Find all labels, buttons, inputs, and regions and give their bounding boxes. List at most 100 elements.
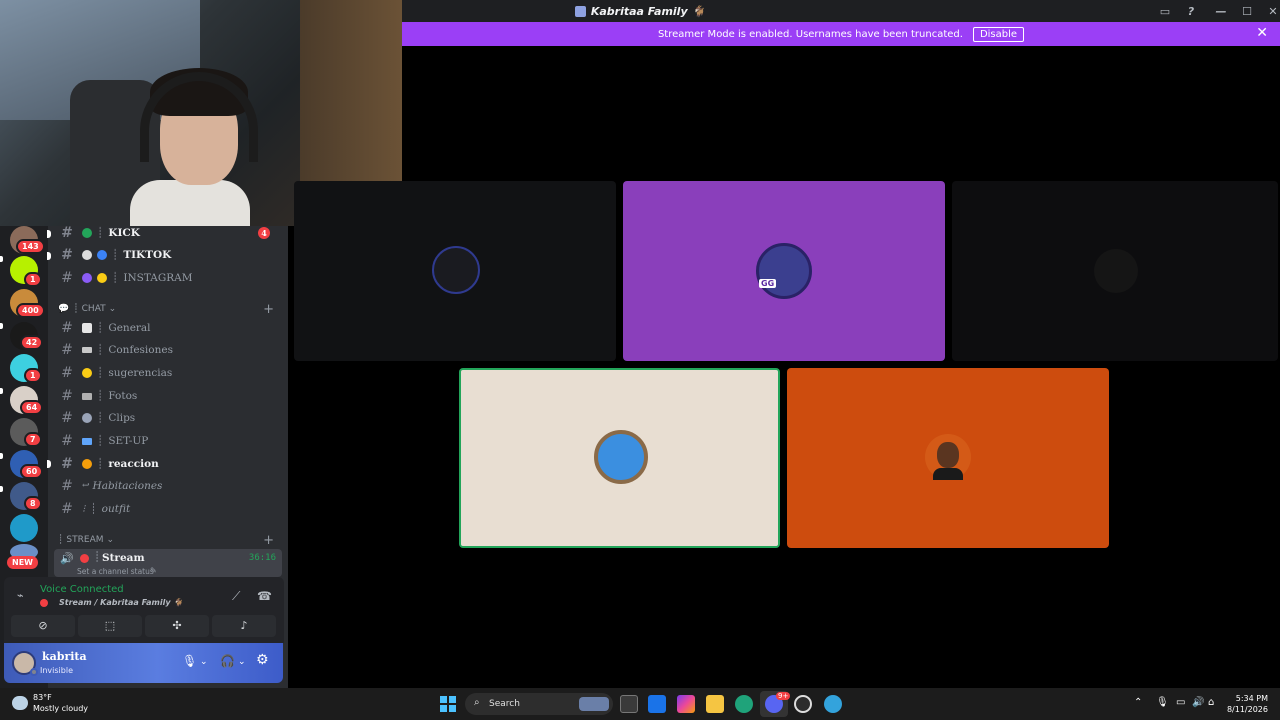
help-icon[interactable]: ?: [1178, 5, 1204, 18]
create-channel-icon[interactable]: +: [263, 302, 274, 317]
invisible-status-icon: [30, 668, 38, 676]
soundboard-button[interactable]: ♪: [212, 615, 276, 637]
weather-desc[interactable]: Mostly cloudy: [33, 704, 88, 713]
unread-badge: 64: [20, 400, 44, 415]
chevron-up-icon[interactable]: ⌃: [1134, 697, 1142, 708]
gear-icon[interactable]: ⚙: [256, 652, 269, 668]
hash-icon: #: [61, 225, 73, 241]
participant-tile-speaking[interactable]: [459, 368, 780, 548]
camera-button[interactable]: ⊘: [11, 615, 75, 637]
speech-bubble-icon: [82, 323, 92, 333]
battery-icon[interactable]: ▭: [1176, 697, 1185, 708]
unread-pill: [0, 388, 3, 394]
participant-tile[interactable]: [952, 181, 1278, 361]
channel-separator: ┊: [97, 367, 104, 379]
unread-badge: 143: [16, 239, 45, 254]
network-icon[interactable]: ⌂: [1208, 697, 1214, 708]
taskbar-search[interactable]: ⌕ Search: [465, 693, 613, 715]
set-channel-status[interactable]: Set a channel status: [77, 567, 154, 576]
shirt-icon: ⁝: [82, 503, 86, 515]
participant-avatar-face: [937, 442, 959, 468]
channel-separator: ┊: [112, 272, 119, 284]
channel-setup[interactable]: # ┊ SET-UP: [56, 431, 282, 451]
channel-clips[interactable]: # ┊ Clips: [56, 408, 282, 428]
create-channel-icon[interactable]: +: [263, 533, 274, 548]
minimize-button[interactable]: —: [1208, 5, 1234, 18]
channel-fotos[interactable]: # ┊ Fotos: [56, 386, 282, 406]
task-view-icon[interactable]: [620, 695, 638, 713]
server-icon[interactable]: [10, 514, 38, 542]
channel-reaccion[interactable]: # ┊ reaccion: [56, 454, 282, 474]
time: 5:34 PM: [1235, 694, 1268, 703]
chevron-down-icon[interactable]: ⌄: [238, 657, 246, 667]
channel-confesiones[interactable]: # ┊ Confesiones: [56, 340, 282, 360]
streamer-mode-banner: Streamer Mode is enabled. Usernames have…: [402, 22, 1280, 46]
unread-indicator: [47, 230, 51, 238]
chevron-down-icon[interactable]: ⌄: [200, 657, 208, 667]
screen-share-icon: ⬚: [104, 619, 116, 632]
voice-location[interactable]: Stream / Kabritaa Family 🐐: [59, 598, 183, 607]
white-circle-icon: [82, 250, 92, 260]
microphone-icon[interactable]: 🎙: [182, 654, 197, 668]
green-circle-icon: [82, 228, 92, 238]
purple-circle-icon: [82, 273, 92, 283]
clock[interactable]: 5:34 PM 8/11/2026: [1227, 693, 1268, 715]
noise-suppression-icon[interactable]: ⟋: [232, 589, 240, 604]
server-icon: [574, 5, 586, 17]
channel-separator: ┊: [97, 227, 104, 239]
search-icon: ⌕: [474, 697, 480, 708]
outlook-icon[interactable]: [648, 695, 666, 713]
category-stream[interactable]: ┊ STREAM ⌄ +: [58, 533, 278, 548]
maximize-button[interactable]: ☐: [1234, 5, 1260, 18]
channel-outfit[interactable]: # ⁝ ┊ outfit: [56, 499, 282, 519]
webcam-person-body: [130, 180, 250, 226]
channel-name: Clips: [108, 412, 136, 424]
obs-icon[interactable]: [794, 695, 812, 713]
channel-general[interactable]: # ┊ General: [56, 318, 282, 338]
participant-tile[interactable]: [787, 368, 1109, 548]
edge-icon[interactable]: [735, 695, 753, 713]
file-explorer-icon[interactable]: [706, 695, 724, 713]
unread-badge: 1: [24, 272, 42, 287]
disable-streamer-mode-button[interactable]: Disable: [972, 26, 1025, 42]
voice-timer: 36:16: [248, 553, 276, 563]
category-label: STREAM: [66, 535, 104, 545]
volume-icon[interactable]: 🔊: [1192, 697, 1204, 708]
user-status: Invisible: [40, 666, 73, 675]
signal-icon[interactable]: ⌁: [17, 589, 24, 602]
participant-avatar: [594, 430, 648, 484]
participant-tile[interactable]: GG: [623, 181, 945, 361]
user-panel: kabrita Invisible 🎙 ⌄ 🎧 ⌄ ⚙: [4, 643, 283, 683]
close-window-button[interactable]: ✕: [1260, 5, 1280, 18]
disconnect-icon[interactable]: ☎: [257, 589, 272, 603]
screen-share-button[interactable]: ⬚: [78, 615, 142, 637]
voice-channel-stream[interactable]: 🔊 ┊ Stream Set a channel status ✎ 36:16: [54, 549, 282, 577]
weather-temp[interactable]: 83°F: [33, 693, 52, 702]
channel-separator: ┊: [94, 552, 101, 563]
inbox-icon[interactable]: ▭: [1152, 5, 1178, 18]
voice-connected-label[interactable]: Voice Connected: [40, 584, 124, 595]
channel-habitaciones[interactable]: # ↩ Habitaciones: [56, 476, 282, 496]
channel-name: outfit: [101, 503, 131, 515]
hash-icon: #: [61, 320, 73, 336]
windows-start-icon[interactable]: [440, 696, 456, 712]
yellow-circle-icon: [97, 273, 107, 283]
username[interactable]: kabrita: [42, 650, 87, 663]
activities-button[interactable]: ✣: [145, 615, 209, 637]
copilot-icon[interactable]: [677, 695, 695, 713]
cloud-icon: [12, 696, 28, 710]
microphone-icon[interactable]: 🎙: [1156, 697, 1169, 708]
channel-tiktok[interactable]: # ┊ TIKTOK: [56, 245, 282, 265]
pencil-icon[interactable]: ✎: [150, 566, 157, 575]
hash-icon: #: [61, 410, 73, 426]
photo-icon: [82, 392, 92, 400]
channel-sugerencias[interactable]: # ┊ sugerencias: [56, 363, 282, 383]
participant-tile[interactable]: [294, 181, 616, 361]
channel-kick[interactable]: # ┊ KICK 4: [56, 223, 282, 243]
category-chat[interactable]: 💬 ┊ CHAT ⌄ +: [58, 302, 278, 317]
mention-badge: 4: [258, 227, 270, 239]
close-banner-icon[interactable]: ✕: [1256, 25, 1268, 41]
headphones-icon[interactable]: 🎧: [220, 654, 235, 668]
edge-dev-icon[interactable]: [824, 695, 842, 713]
channel-instagram[interactable]: # ┊ INSTAGRAM: [56, 268, 282, 288]
